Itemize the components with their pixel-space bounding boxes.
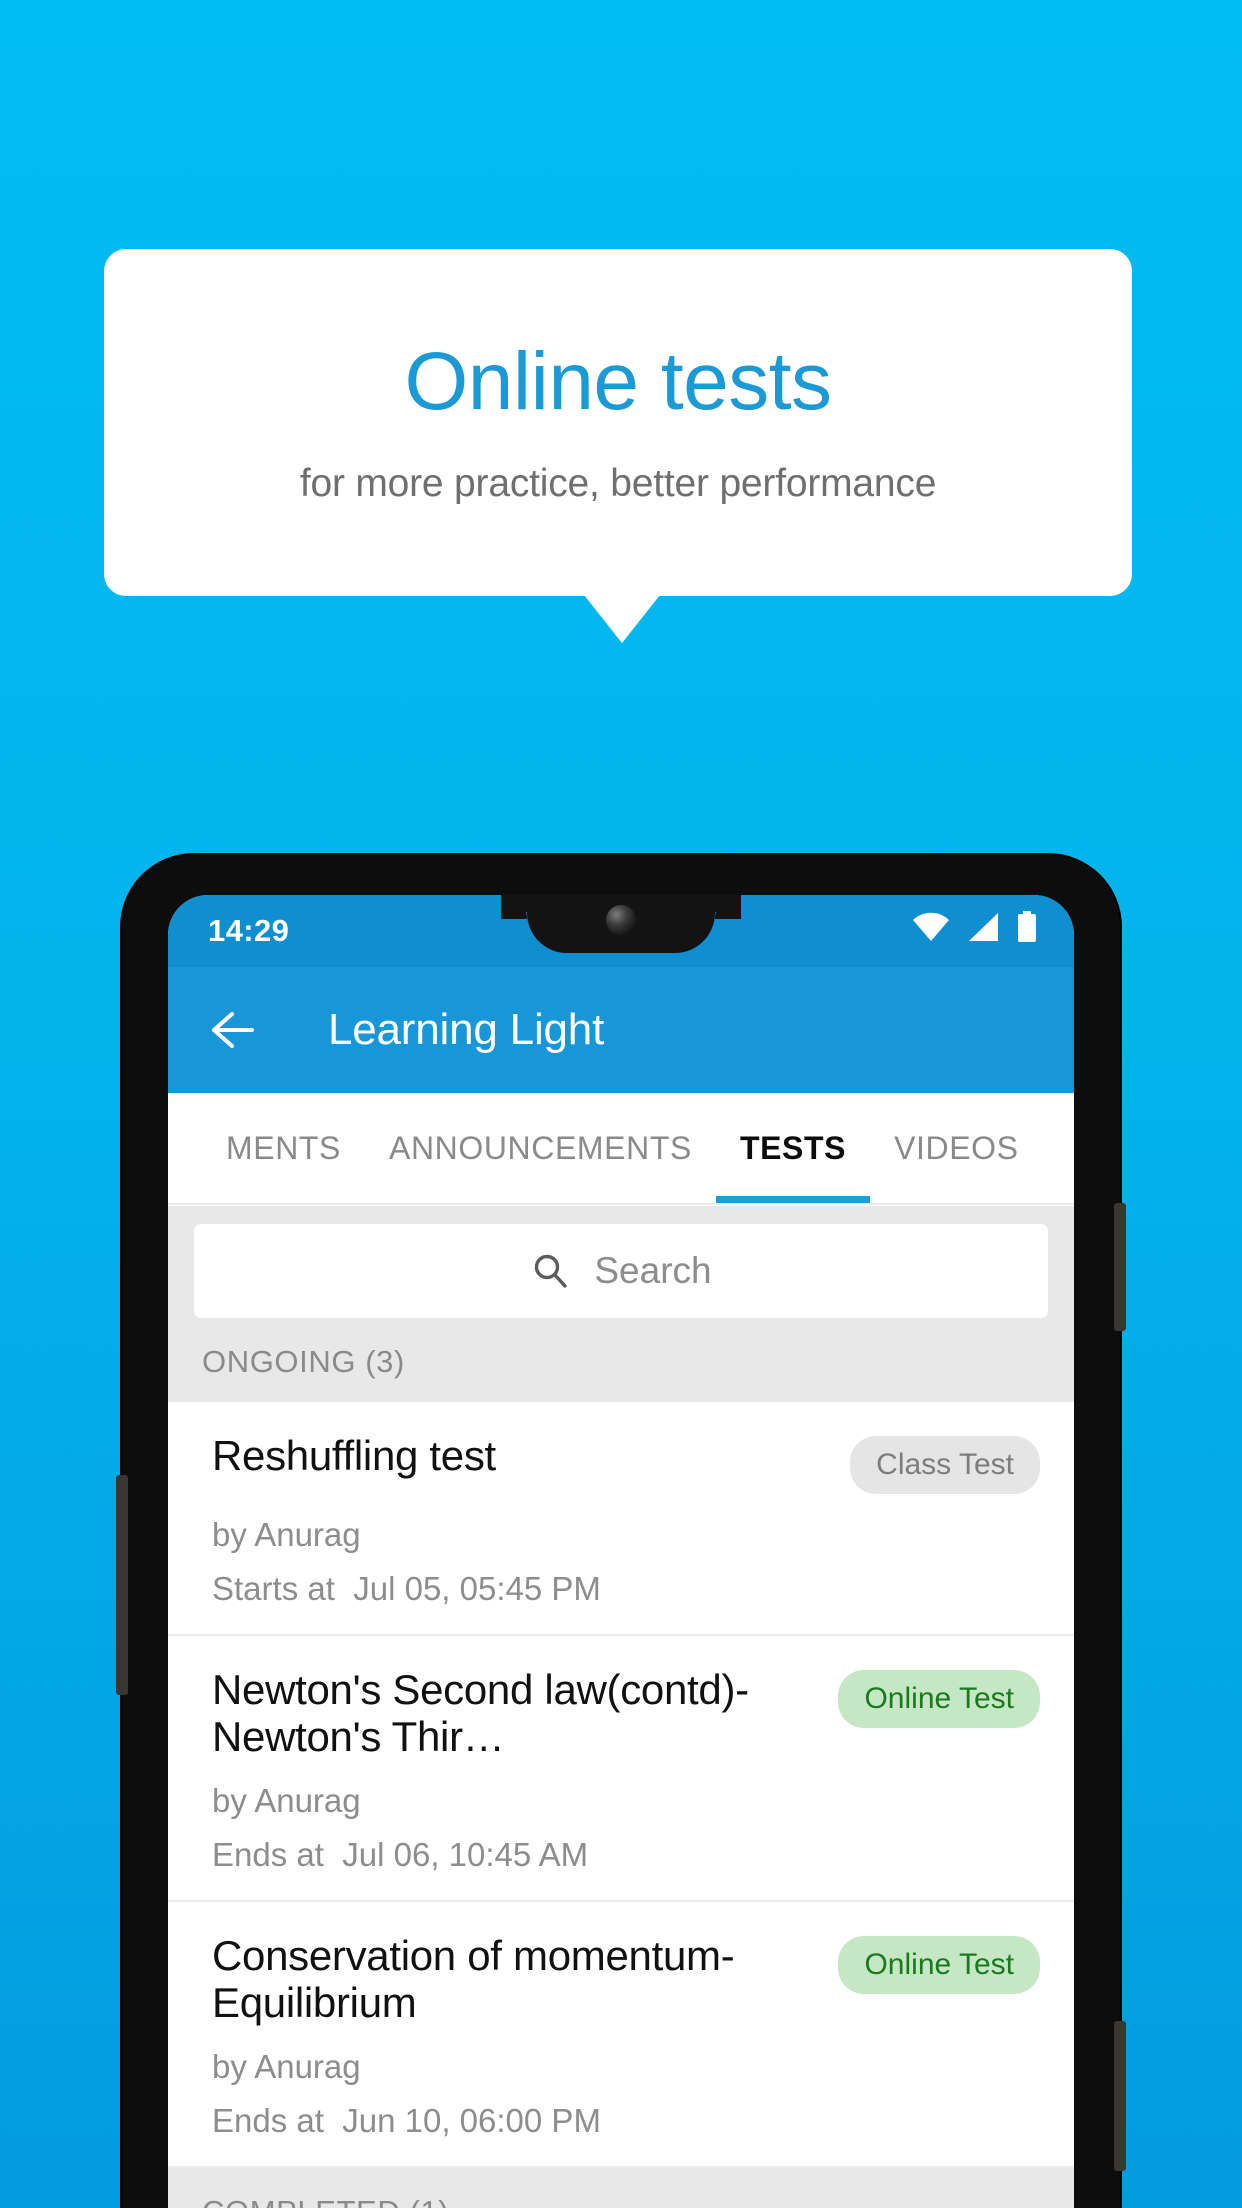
test-list-item[interactable]: Reshuffling test Class Test by Anurag St… [168,1402,1074,1636]
test-author: by Anurag [212,2048,361,2086]
tab-tests[interactable]: TESTS [715,1093,871,1203]
test-schedule: Starts at Jul 05, 05:45 PM [212,1570,1040,1608]
test-author: by Anurag [212,1516,361,1553]
test-item-header: Newton's Second law(contd)-Newton's Thir… [212,1666,1040,1760]
test-schedule-value: Jun 10, 06:00 PM [342,2102,601,2140]
wifi-icon [913,912,949,941]
test-list-item[interactable]: Newton's Second law(contd)-Newton's Thir… [168,1636,1074,1903]
promo-subtitle: for more practice, better performance [299,461,937,505]
test-title: Reshuffling test [212,1432,496,1479]
section-header-ongoing: ONGOING (3) [168,1338,1074,1402]
test-schedule: Ends at Jul 06, 10:45 AM [212,1836,1040,1874]
tab-announcements[interactable]: ANNOUNCEMENTS [365,1093,716,1203]
tab-bar: MENTS ANNOUNCEMENTS TESTS VIDEOS [168,1093,1074,1203]
promo-title: Online tests [404,336,832,428]
test-schedule-label: Starts at [212,1570,335,1607]
front-camera [606,905,636,935]
test-schedule: Ends at Jun 10, 06:00 PM [212,2102,1040,2140]
status-bar: 14:29 [168,895,1074,967]
promo-callout-tail [584,595,660,643]
phone-device-frame: 14:29 Learning Light MENTS ANNOUNCEMENTS… [116,855,1126,2208]
section-header-completed: COMPLETED (1) [168,2168,1074,2208]
search-placeholder: Search [594,1250,712,1291]
tab-ments[interactable]: MENTS [202,1093,365,1203]
phone-screen: 14:29 Learning Light MENTS ANNOUNCEMENTS… [168,895,1074,2208]
test-schedule-label: Ends at [212,2102,324,2140]
test-list-item[interactable]: Conservation of momentum-Equilibrium Onl… [168,1902,1074,2169]
test-list: Reshuffling test Class Test by Anurag St… [168,1402,1074,2169]
back-arrow-icon[interactable] [204,1004,256,1056]
status-badge: Class Test [850,1436,1040,1494]
battery-icon [1018,911,1036,942]
tab-videos[interactable]: VIDEOS [870,1093,1043,1203]
test-schedule-label: Ends at [212,1836,324,1874]
phone-notch [501,895,741,953]
phone-volume-button-right [1114,2021,1126,2171]
test-title: Conservation of momentum-Equilibrium [212,1932,735,2027]
phone-power-button [1114,1203,1126,1331]
signal-icon [969,913,998,941]
test-schedule-value: Jul 05, 05:45 PM [353,1570,601,1607]
promo-card: Online tests for more practice, better p… [104,249,1132,596]
test-schedule-value: Jul 06, 10:45 AM [342,1836,589,1874]
test-title: Newton's Second law(contd)-Newton's Thir… [212,1666,749,1761]
search-input[interactable]: Search [194,1224,1048,1318]
phone-volume-button-left [116,1475,128,1695]
test-item-header: Conservation of momentum-Equilibrium Onl… [212,1932,1040,2026]
app-bar-title: Learning Light [328,1005,605,1054]
status-badge: Online Test [838,1670,1040,1728]
test-item-header: Reshuffling test Class Test [212,1432,1040,1494]
status-icons [912,911,1038,943]
status-time: 14:29 [208,913,290,948]
app-bar: Learning Light [168,967,1074,1093]
search-icon [535,1254,568,1288]
test-author: by Anurag [212,1782,361,1820]
status-badge: Online Test [838,1936,1040,1995]
search-section: Search [168,1206,1074,1338]
